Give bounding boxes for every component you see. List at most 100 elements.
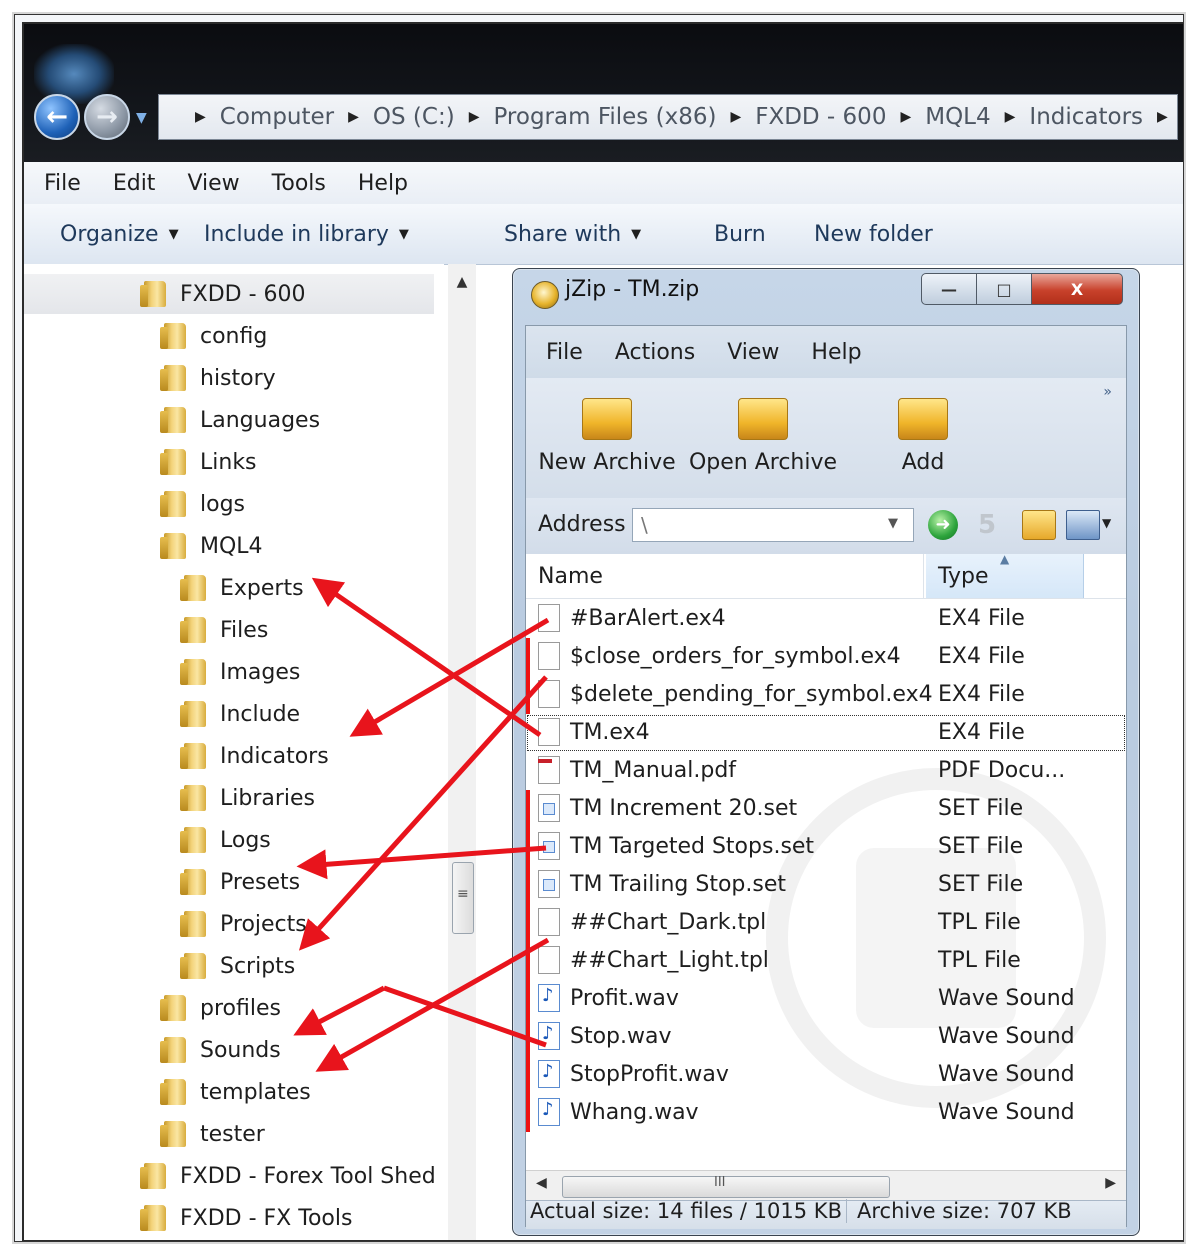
tree-item-logs[interactable]: logs: [160, 484, 245, 524]
tree-item-fxdd-forex-tool-shed[interactable]: FXDD - Forex Tool Shed: [140, 1156, 436, 1196]
add-button[interactable]: Add: [848, 392, 998, 492]
back-arrow-icon[interactable]: ←: [34, 94, 80, 140]
file-row[interactable]: ##Chart_Dark.tpl TPL File: [526, 904, 1126, 942]
scroll-left-arrow-icon[interactable]: ◀: [536, 1175, 547, 1191]
folder-icon: [160, 407, 186, 433]
breadcrumb-separator-icon[interactable]: ▶: [195, 109, 206, 125]
menu-item-file[interactable]: File: [44, 171, 81, 196]
view-mode-icon[interactable]: [1066, 510, 1100, 540]
view-dropdown-icon[interactable]: ▼: [1102, 516, 1111, 530]
file-row[interactable]: ##Chart_Light.tpl TPL File: [526, 942, 1126, 980]
maximize-button[interactable]: □: [976, 273, 1032, 305]
jzip-menu-item-actions[interactable]: Actions: [615, 340, 695, 365]
jzip-window-title: jZip - TM.zip: [565, 277, 700, 302]
column-header-type[interactable]: Type ▲: [926, 552, 1084, 598]
file-row[interactable]: Profit.wav Wave Sound: [526, 980, 1126, 1018]
tree-item-templates[interactable]: templates: [160, 1072, 311, 1112]
new-archive-button[interactable]: New Archive: [532, 392, 682, 492]
tree-item-profiles[interactable]: profiles: [160, 988, 281, 1028]
jzip-menu-item-file[interactable]: File: [546, 340, 583, 365]
file-row[interactable]: #BarAlert.ex4 EX4 File: [526, 600, 1126, 638]
command-organize-button[interactable]: Organize ▼: [60, 222, 179, 247]
command-include-in-library-button[interactable]: Include in library ▼: [204, 222, 409, 247]
file-list-horizontal-scrollbar[interactable]: ◀ III ▶: [526, 1170, 1126, 1201]
file-row[interactable]: TM Targeted Stops.set SET File: [526, 828, 1126, 866]
tree-item-images[interactable]: Images: [180, 652, 300, 692]
address-breadcrumb[interactable]: ▶ Computer ▶ OS (C:) ▶ Program Files (x86) ▶ FX…: [158, 94, 1178, 140]
toolbar-overflow-chevron-icon[interactable]: »: [1103, 384, 1112, 400]
tree-item-sounds[interactable]: Sounds: [160, 1030, 281, 1070]
file-row[interactable]: TM.ex4 EX4 File: [526, 714, 1126, 752]
tree-item-include[interactable]: Include: [180, 694, 300, 734]
menu-item-tools[interactable]: Tools: [272, 171, 326, 196]
new-folder-icon[interactable]: [1022, 510, 1056, 540]
tree-item-experts[interactable]: Experts: [180, 568, 304, 608]
annotation-marker: [526, 980, 530, 1018]
tree-item-presets[interactable]: Presets: [180, 862, 300, 902]
tree-item-mql4[interactable]: MQL4: [160, 526, 263, 566]
file-row[interactable]: $delete_pending_for_symbol.ex4 EX4 File: [526, 676, 1126, 714]
folder-icon: [160, 323, 186, 349]
tree-item-fxdd-live-72586[interactable]: FXDD - Live 72586: [144, 1240, 385, 1242]
breadcrumb-item[interactable]: FXDD - 600: [755, 104, 886, 130]
command-burn-button[interactable]: Burn: [714, 222, 766, 247]
file-row[interactable]: Stop.wav Wave Sound: [526, 1018, 1126, 1056]
command-share-with-button[interactable]: Share with ▼: [504, 222, 641, 247]
scroll-right-arrow-icon[interactable]: ▶: [1105, 1175, 1116, 1191]
menu-item-edit[interactable]: Edit: [113, 171, 156, 196]
tree-item-links[interactable]: Links: [160, 442, 257, 482]
file-row[interactable]: StopProfit.wav Wave Sound: [526, 1056, 1126, 1094]
go-arrow-icon[interactable]: ➜: [928, 510, 958, 540]
file-row[interactable]: TM Trailing Stop.set SET File: [526, 866, 1126, 904]
tree-item-indicators[interactable]: Indicators: [180, 736, 329, 776]
tree-item-label: logs: [200, 491, 245, 517]
settings-file-icon: [538, 832, 560, 860]
file-row[interactable]: $close_orders_for_symbol.ex4 EX4 File: [526, 638, 1126, 676]
command-new-folder-button[interactable]: New folder: [814, 222, 933, 247]
tree-item-files[interactable]: Files: [180, 610, 268, 650]
breadcrumb-separator-icon[interactable]: ▶: [1157, 109, 1168, 125]
tree-item-fxdd-fx-tools[interactable]: FXDD - FX Tools: [140, 1198, 352, 1238]
tree-item-libraries[interactable]: Libraries: [180, 778, 315, 818]
address-dropdown-icon[interactable]: ▼: [888, 516, 898, 531]
recent-pages-dropdown-icon[interactable]: ▼: [136, 110, 147, 126]
file-row[interactable]: Whang.wav Wave Sound: [526, 1094, 1126, 1132]
forward-arrow-icon[interactable]: →: [84, 94, 130, 140]
breadcrumb-item[interactable]: MQL4: [925, 104, 990, 130]
breadcrumb-item[interactable]: Indicators: [1029, 104, 1143, 130]
open-archive-button[interactable]: Open Archive: [688, 392, 838, 492]
jzip-menu-item-view[interactable]: View: [727, 340, 779, 365]
breadcrumb-item[interactable]: Computer: [220, 104, 334, 130]
tree-item-tester[interactable]: tester: [160, 1114, 265, 1154]
close-button[interactable]: X: [1031, 273, 1123, 305]
breadcrumb-separator-icon[interactable]: ▶: [1005, 109, 1016, 125]
breadcrumb-item[interactable]: Program Files (x86): [493, 104, 716, 130]
breadcrumb-separator-icon[interactable]: ▶: [348, 109, 359, 125]
tree-item-config[interactable]: config: [160, 316, 267, 356]
tree-item-logs[interactable]: Logs: [180, 820, 271, 860]
tree-item-fxdd-600[interactable]: FXDD - 600: [24, 274, 434, 314]
file-row[interactable]: TM Increment 20.set SET File: [526, 790, 1126, 828]
address-input[interactable]: \: [632, 508, 914, 542]
breadcrumb-separator-icon[interactable]: ▶: [469, 109, 480, 125]
column-header-name[interactable]: Name: [526, 554, 924, 598]
tree-item-languages[interactable]: Languages: [160, 400, 320, 440]
file-row[interactable]: TM_Manual.pdf PDF Docu...: [526, 752, 1126, 790]
menu-item-help[interactable]: Help: [358, 171, 408, 196]
tree-item-projects[interactable]: Projects: [180, 904, 307, 944]
menu-item-view[interactable]: View: [187, 171, 239, 196]
tree-item-scripts[interactable]: Scripts: [180, 946, 295, 986]
up-folder-icon[interactable]: 5: [978, 510, 1002, 540]
scroll-up-arrow-icon[interactable]: ▲: [448, 274, 476, 300]
folder-icon: [160, 995, 186, 1021]
jzip-menu-item-help[interactable]: Help: [811, 340, 861, 365]
file-name: TM.ex4: [570, 720, 650, 745]
breadcrumb-separator-icon[interactable]: ▶: [900, 109, 911, 125]
minimize-button[interactable]: —: [921, 273, 977, 305]
tree-item-history[interactable]: history: [160, 358, 276, 398]
status-actual-size: Actual size: 14 files / 1015 KB: [530, 1199, 842, 1223]
tree-vertical-scrollbar[interactable]: [448, 264, 476, 1240]
horizontal-scroll-thumb[interactable]: [562, 1176, 890, 1198]
breadcrumb-item[interactable]: OS (C:): [373, 104, 455, 130]
breadcrumb-separator-icon[interactable]: ▶: [730, 109, 741, 125]
